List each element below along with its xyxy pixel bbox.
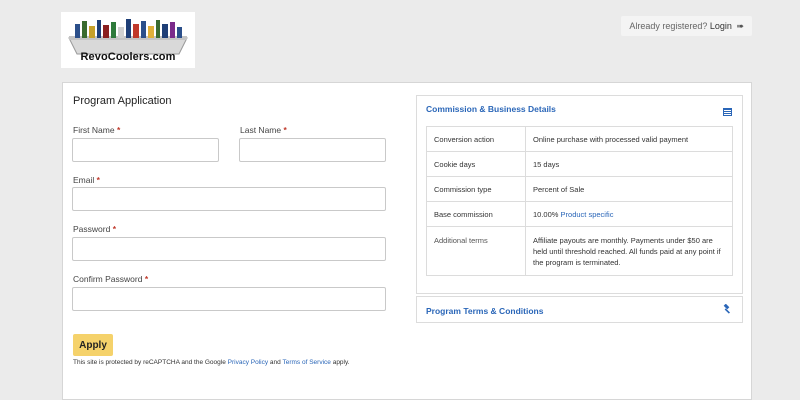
email-input[interactable]	[72, 187, 386, 211]
first-name-input[interactable]	[72, 138, 219, 162]
last-name-label: Last Name *	[240, 125, 287, 135]
apply-button[interactable]: Apply	[73, 334, 113, 356]
table-row: Additional terms Affiliate payouts are m…	[426, 226, 733, 276]
sign-in-icon[interactable]: ➠	[736, 21, 744, 31]
last-name-input[interactable]	[239, 138, 386, 162]
required-marker: *	[144, 274, 149, 284]
confirm-password-input[interactable]	[72, 287, 386, 311]
email-label: Email *	[73, 175, 100, 185]
required-marker: *	[116, 125, 121, 135]
row-label: Base commission	[426, 201, 526, 227]
row-value: Percent of Sale	[525, 176, 733, 202]
recaptcha-notice: This site is protected by reCAPTCHA and …	[73, 359, 350, 366]
required-marker: *	[283, 125, 287, 135]
application-card: Program Application First Name * Last Na…	[62, 82, 752, 400]
confirm-password-label: Confirm Password *	[73, 274, 149, 284]
table-row: Base commission 10.00% Product specific	[426, 201, 733, 227]
row-value: Online purchase with processed valid pay…	[525, 126, 733, 152]
gavel-icon[interactable]	[722, 303, 732, 317]
row-value: 10.00% Product specific	[525, 201, 733, 227]
terms-panel-title[interactable]: Program Terms & Conditions	[426, 306, 543, 316]
login-link[interactable]: Login	[710, 21, 732, 31]
table-row: Conversion action Online purchase with p…	[426, 126, 733, 152]
row-label: Cookie days	[426, 151, 526, 177]
terms-conditions-panel[interactable]: Program Terms & Conditions	[416, 296, 743, 323]
already-registered-text: Already registered?	[629, 21, 708, 31]
product-specific-link[interactable]: Product specific	[561, 210, 614, 219]
terms-of-service-link[interactable]: Terms of Service	[282, 359, 330, 366]
row-label: Additional terms	[426, 226, 526, 276]
commission-details-panel: Commission & Business Details Conversion…	[416, 95, 743, 294]
commission-panel-title[interactable]: Commission & Business Details	[426, 104, 556, 114]
commission-details-table: Conversion action Online purchase with p…	[426, 126, 733, 276]
row-label: Commission type	[426, 176, 526, 202]
required-marker: *	[112, 224, 117, 234]
privacy-policy-link[interactable]: Privacy Policy	[228, 359, 268, 366]
table-row: Cookie days 15 days	[426, 151, 733, 177]
password-input[interactable]	[72, 237, 386, 261]
row-value: 15 days	[525, 151, 733, 177]
password-label: Password *	[73, 224, 117, 234]
login-prompt: Already registered? Login ➠	[621, 16, 752, 36]
row-value: Affiliate payouts are monthly. Payments …	[525, 226, 733, 276]
form-title: Program Application	[73, 95, 172, 107]
logo-text: RevoCoolers.com	[80, 51, 176, 63]
required-marker: *	[96, 175, 100, 185]
row-label: Conversion action	[426, 126, 526, 152]
table-row: Commission type Percent of Sale	[426, 176, 733, 202]
first-name-label: First Name *	[73, 125, 121, 135]
brand-logo[interactable]: RevoCoolers.com	[61, 12, 195, 68]
list-icon[interactable]	[723, 103, 732, 121]
